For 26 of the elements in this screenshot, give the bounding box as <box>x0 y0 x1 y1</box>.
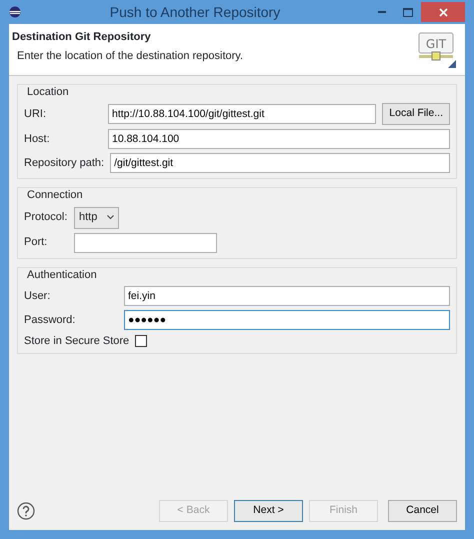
field-label: Host: <box>24 132 51 146</box>
dialog-button[interactable]: Cancel <box>388 500 457 522</box>
page-title: Destination Git Repository <box>12 30 152 44</box>
input-field[interactable]: /git/gittest.git <box>110 153 450 174</box>
input-field[interactable]: fei.yin <box>124 286 450 306</box>
app-icon <box>9 6 21 18</box>
close-icon[interactable] <box>421 2 465 22</box>
input-field[interactable]: 10.88.104.100 <box>108 129 450 150</box>
protocol-dropdown[interactable]: http <box>74 206 120 229</box>
field-label: Password: <box>24 312 76 328</box>
local-file-button[interactable]: Local File... <box>382 103 450 126</box>
window-title: Push to Another Repository <box>108 2 282 22</box>
checkbox[interactable] <box>135 335 148 348</box>
field-label: Store in Secure Store <box>24 334 130 348</box>
caret-icon <box>107 215 114 220</box>
help-icon[interactable] <box>17 502 35 520</box>
dialog-button[interactable]: Next > <box>234 500 303 522</box>
input-field[interactable] <box>74 232 217 253</box>
field-label: User: <box>24 288 52 304</box>
field-label: Repository path: <box>24 156 104 170</box>
field-label: Protocol: <box>24 210 68 225</box>
input-field[interactable]: ●●●●●● <box>124 310 450 330</box>
page-description: Enter the location of the destination repository. <box>16 49 244 64</box>
input-field[interactable]: http://10.88.104.100/git/gittest.git <box>108 104 376 124</box>
field-label: URI: <box>24 107 47 122</box>
field-label: Port: <box>24 235 48 250</box>
